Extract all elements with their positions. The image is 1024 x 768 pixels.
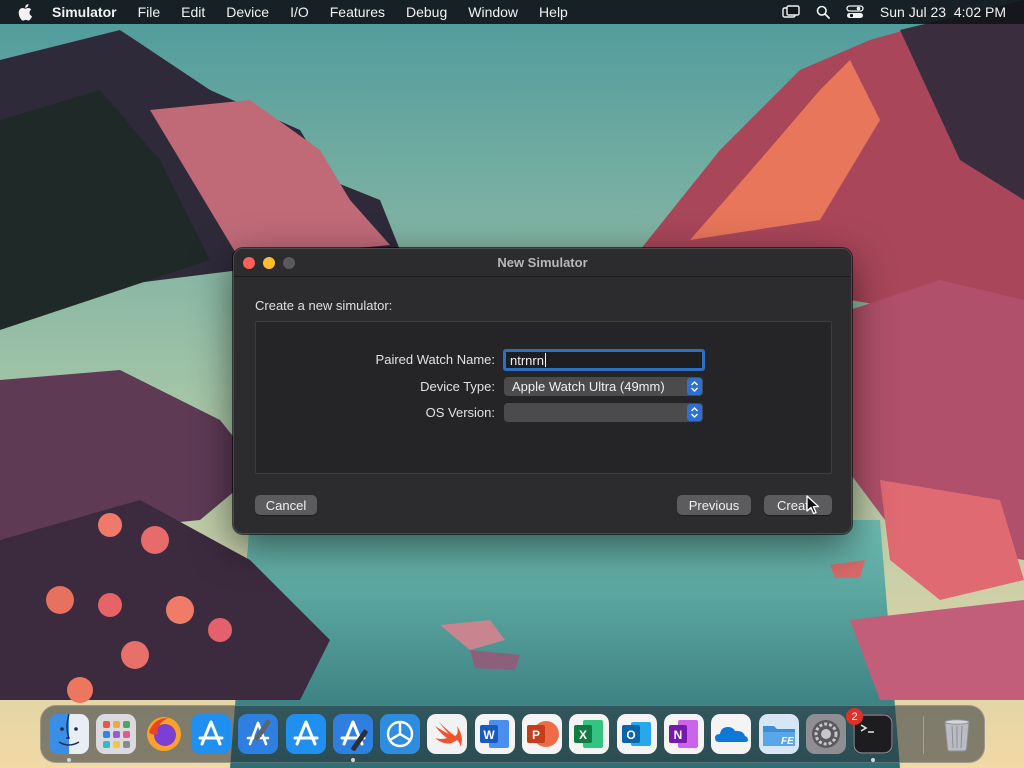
dialog-title: New Simulator [497,255,588,270]
menu-features[interactable]: Features [330,4,385,20]
create-button[interactable]: Create [764,495,832,515]
previous-button[interactable]: Previous [677,495,751,515]
running-indicator [67,758,71,762]
running-indicator [351,758,355,762]
menu-app-name[interactable]: Simulator [52,4,117,20]
running-indicator [871,758,875,762]
xcode-icon[interactable] [238,714,278,754]
onenote-icon[interactable]: N [664,714,704,754]
menu-edit[interactable]: Edit [181,4,205,20]
device-type-value: Apple Watch Ultra (49mm) [512,379,665,394]
screen-mirroring-icon[interactable] [782,5,800,19]
excel-icon[interactable]: X [569,714,609,754]
dock: W P X O N FE 2 [40,705,985,763]
apple-menu-icon[interactable] [18,2,38,22]
menu-file[interactable]: File [138,4,161,20]
firefox-icon[interactable] [144,714,184,754]
os-version-chevron-icon [687,404,702,421]
word-icon[interactable]: W [475,714,515,754]
svg-text:X: X [579,728,587,742]
finder-icon[interactable] [49,714,89,754]
device-type-label: Device Type: [420,379,495,394]
xcode-app-store-icon[interactable] [333,714,373,754]
onedrive-icon[interactable] [711,714,751,754]
mouse-pointer-icon [806,495,820,515]
powerpoint-icon[interactable]: P [522,714,562,754]
menu-bar: Simulator File Edit Device I/O Features … [0,0,1024,24]
swift-icon[interactable] [427,714,467,754]
outlook-icon[interactable]: O [617,714,657,754]
svg-text:N: N [674,728,683,742]
svg-text:O: O [626,728,635,742]
control-center-icon[interactable] [846,5,864,19]
form-panel: Paired Watch Name: ntrnrn Device Type: A… [255,321,832,474]
dock-divider [923,716,924,754]
menu-help[interactable]: Help [539,4,568,20]
svg-text:W: W [483,728,495,742]
menu-io[interactable]: I/O [290,4,309,20]
text-caret [544,353,546,367]
device-type-popup[interactable]: Apple Watch Ultra (49mm) [504,377,703,396]
svg-text:FE: FE [781,736,794,747]
system-settings-badge: 2 [846,708,863,725]
paired-watch-name-input[interactable]: ntrnrn [503,349,705,371]
svg-text:P: P [532,728,540,742]
spotlight-search-icon[interactable] [816,5,830,19]
device-type-chevron-icon [687,378,702,395]
new-simulator-dialog: New Simulator Create a new simulator: Pa… [233,248,852,534]
os-version-label: OS Version: [425,405,495,420]
menu-clock[interactable]: Sun Jul 23 4:02 PM [880,4,1006,20]
menu-debug[interactable]: Debug [406,4,447,20]
launchpad-icon[interactable] [96,714,136,754]
menu-device[interactable]: Device [226,4,269,20]
paired-watch-name-label: Paired Watch Name: [375,352,495,367]
dialog-titlebar[interactable]: New Simulator [234,249,851,277]
menu-window[interactable]: Window [468,4,518,20]
system-settings-icon[interactable] [806,714,846,754]
file-explorer-icon[interactable]: FE [759,714,799,754]
dialog-intro-text: Create a new simulator: [255,298,393,313]
trash-icon[interactable] [937,714,977,754]
instruments-icon[interactable] [380,714,420,754]
paired-watch-name-value: ntrnrn [510,352,544,368]
app-store-icon-2[interactable] [286,714,326,754]
os-version-popup[interactable] [504,403,703,422]
cancel-button[interactable]: Cancel [255,495,317,515]
menu-bar-extras: Sun Jul 23 4:02 PM [782,0,1006,24]
app-store-icon[interactable] [191,714,231,754]
